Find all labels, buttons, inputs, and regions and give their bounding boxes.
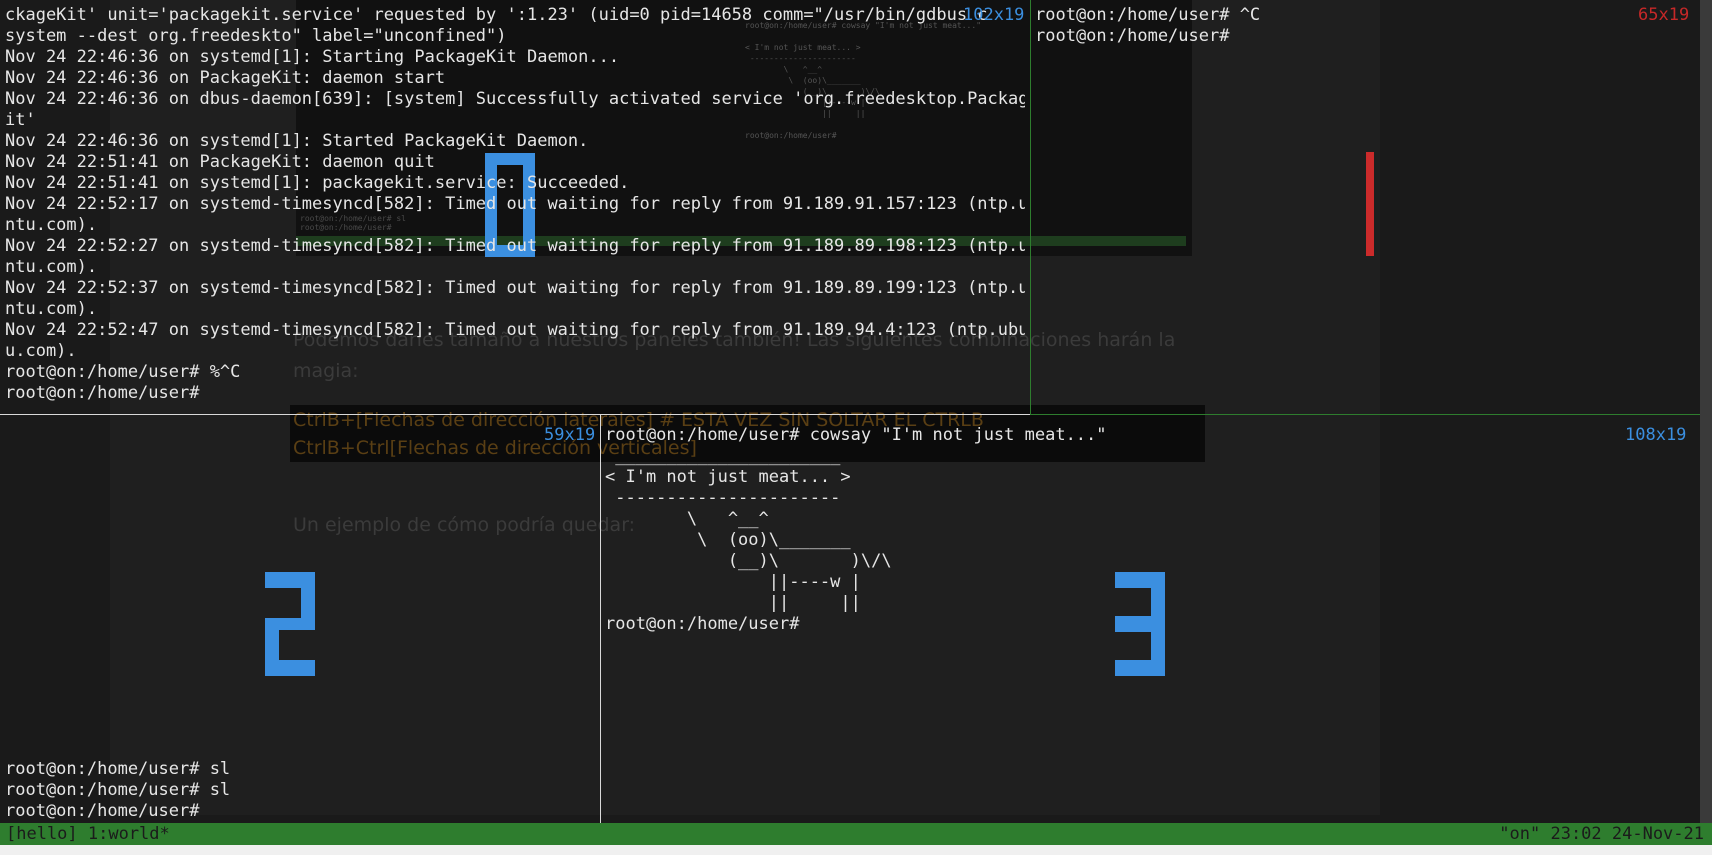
pane-size-label-top-right: 65x19 bbox=[1638, 5, 1690, 25]
window-right-edge bbox=[1700, 0, 1712, 823]
pane-size-label-bottom-left: 59x19 bbox=[544, 425, 596, 445]
terminal-line: root@on:/home/user# bbox=[605, 614, 800, 634]
active-pane-indicator bbox=[1366, 152, 1374, 256]
terminal-line: Nov 24 22:46:36 on systemd[1]: Started P… bbox=[5, 131, 589, 151]
status-host-clock: "on" 23:02 24-Nov-21 bbox=[1499, 824, 1704, 844]
terminal-line: root@on:/home/user# ^C bbox=[1035, 5, 1261, 25]
terminal-line: system --dest org.freedeskto" label="unc… bbox=[5, 26, 507, 46]
terminal-line: Nov 24 22:52:47 on systemd-timesyncd[582… bbox=[5, 320, 1025, 340]
terminal-line: Nov 24 22:51:41 on PackageKit: daemon qu… bbox=[5, 152, 435, 172]
tmux-status-bar: [hello] 1:world* "on" 23:02 24-Nov-21 bbox=[0, 823, 1712, 845]
pane-bottom-left[interactable]: root@on:/home/user# sl root@on:/home/user… bbox=[5, 759, 595, 823]
terminal-line: root@on:/home/user# bbox=[1035, 26, 1230, 46]
terminal-line: \ (oo)\_______ bbox=[605, 530, 851, 550]
pane-top-left[interactable]: ckageKit' unit='packagekit.service' requ… bbox=[5, 5, 1025, 415]
terminal-line: || || bbox=[605, 593, 861, 613]
divider-vertical-top[interactable] bbox=[1030, 0, 1031, 414]
terminal-line: root@on:/home/user# bbox=[5, 801, 200, 821]
terminal-line: Nov 24 22:46:36 on PackageKit: daemon st… bbox=[5, 68, 446, 88]
terminal-line: Nov 24 22:46:36 on systemd[1]: Starting … bbox=[5, 47, 620, 67]
terminal-line: root@on:/home/user# sl bbox=[5, 780, 231, 800]
pane-bottom-right[interactable]: root@on:/home/user# cowsay "I'm not just… bbox=[605, 425, 1305, 645]
terminal-line: root@on:/home/user# %^C bbox=[5, 362, 241, 382]
terminal-line: ckageKit' unit='packagekit.service' requ… bbox=[5, 5, 988, 25]
terminal-line: \ ^__^ bbox=[605, 509, 769, 529]
terminal-line: Nov 24 22:52:17 on systemd-timesyncd[582… bbox=[5, 194, 1025, 214]
divider-vertical-bottom[interactable] bbox=[600, 415, 601, 823]
terminal-line: it' bbox=[5, 110, 36, 130]
terminal-line: root@on:/home/user# bbox=[5, 383, 200, 403]
terminal-line: root@on:/home/user# cowsay "I'm not just… bbox=[605, 425, 1107, 445]
terminal-line: < I'm not just meat... > bbox=[605, 467, 851, 487]
pane-top-right[interactable]: root@on:/home/user# ^C root@on:/home/user… bbox=[1035, 5, 1635, 65]
terminal-line: ---------------------- bbox=[605, 488, 841, 508]
terminal-line: Nov 24 22:52:27 on systemd-timesyncd[582… bbox=[5, 236, 1025, 256]
terminal-line: Nov 24 22:46:36 on dbus-daemon[639]: [sy… bbox=[5, 89, 1025, 109]
terminal-line: (__)\ )\/\ bbox=[605, 551, 892, 571]
terminal-line: root@on:/home/user# sl bbox=[5, 759, 231, 779]
terminal-line: ntu.com). bbox=[5, 215, 98, 235]
terminal-line: ______________________ bbox=[605, 446, 841, 466]
terminal-line: ntu.com). bbox=[5, 299, 98, 319]
pane-size-label-bottom-right: 108x19 bbox=[1625, 425, 1687, 445]
divider-horizontal-right[interactable] bbox=[1030, 414, 1700, 415]
pane-size-label-top-left: 102x19 bbox=[963, 5, 1025, 25]
status-session-windows[interactable]: [hello] 1:world* bbox=[6, 823, 170, 845]
terminal-line: ntu.com). bbox=[5, 257, 98, 277]
terminal-line: ||----w | bbox=[605, 572, 861, 592]
terminal-line: Nov 24 22:52:37 on systemd-timesyncd[582… bbox=[5, 278, 1025, 298]
doc-paragraph-2: Un ejemplo de cómo podría quedar: bbox=[293, 514, 636, 536]
divider-horizontal-left[interactable] bbox=[0, 414, 1030, 415]
terminal-line: u.com). bbox=[5, 341, 77, 361]
terminal-line: Nov 24 22:51:41 on systemd[1]: packageki… bbox=[5, 173, 630, 193]
pane-number-2 bbox=[265, 572, 315, 676]
window-bottom-edge bbox=[0, 845, 1712, 855]
